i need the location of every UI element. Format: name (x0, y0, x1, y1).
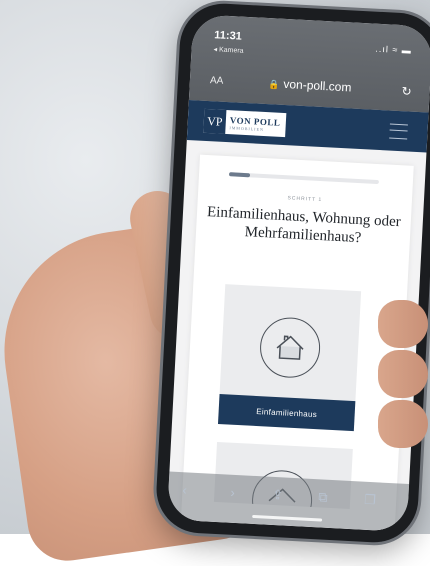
house-icon (258, 316, 322, 380)
back-to-app-link[interactable]: ◂ Kamera (213, 45, 243, 55)
safari-top-bar: 11:31 ◂ Kamera ..ıl ≈ ▬ AA 🔒 von-poll.com… (188, 14, 430, 113)
status-icons: ..ıl ≈ ▬ (375, 43, 413, 56)
smartphone: 11:31 ◂ Kamera ..ıl ≈ ▬ AA 🔒 von-poll.com… (154, 1, 430, 545)
lock-icon: 🔒 (267, 79, 280, 90)
phone-screen: 11:31 ◂ Kamera ..ıl ≈ ▬ AA 🔒 von-poll.com… (166, 14, 430, 532)
status-time: 11:31 (214, 29, 243, 43)
brand-logo[interactable]: VP VON POLL IMMOBILIEN (203, 108, 287, 138)
finger (378, 400, 428, 448)
progress-bar (228, 172, 379, 185)
option-button-einfamilienhaus[interactable]: Einfamilienhaus (217, 394, 356, 432)
address-bar[interactable]: 🔒 von-poll.com (190, 72, 430, 99)
share-icon[interactable]: ⇪ (272, 487, 284, 504)
logo-monogram: VP (203, 108, 227, 134)
hamburger-menu-icon[interactable] (389, 123, 408, 140)
option-card-einfamilienhaus[interactable]: Einfamilienhaus (217, 284, 362, 432)
reload-icon[interactable]: ↻ (401, 84, 412, 99)
tabs-icon[interactable]: ❐ (364, 492, 376, 509)
finger (378, 350, 428, 398)
progress-fill (228, 172, 251, 178)
forward-icon[interactable]: › (230, 485, 235, 500)
wizard-question: Einfamilienhaus, Wohnung oder Mehrfamili… (206, 204, 402, 247)
finger (378, 300, 428, 348)
bookmarks-icon[interactable]: ⧉ (318, 489, 328, 505)
home-indicator (252, 514, 323, 522)
url-text: von-poll.com (283, 76, 352, 95)
back-icon[interactable]: ‹ (182, 482, 187, 497)
